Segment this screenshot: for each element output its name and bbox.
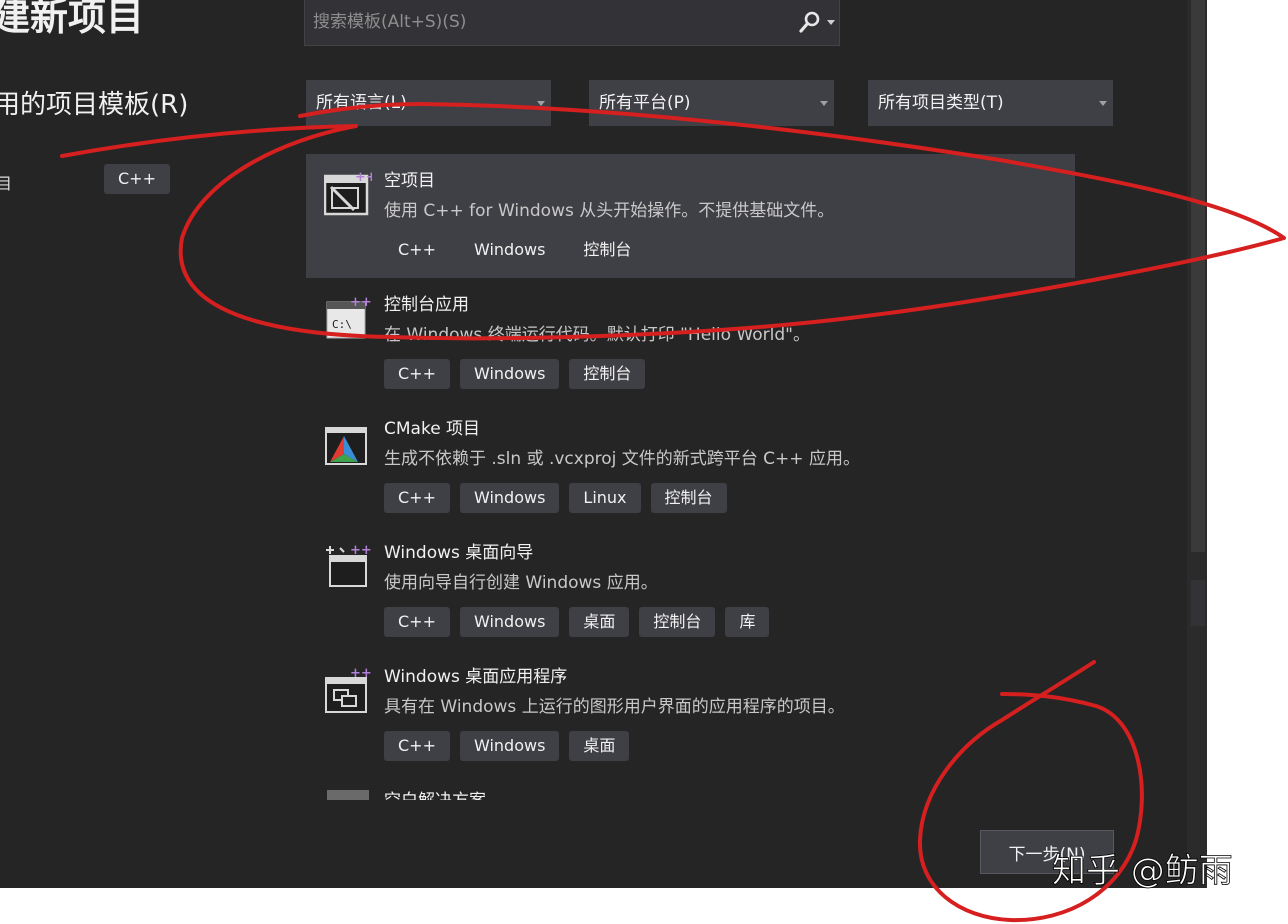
svg-text:++: ++ (350, 295, 372, 310)
template-item-desktop-wizard[interactable]: ++ Windows 桌面向导 使用向导自行创建 Windows 应用。 C++… (306, 526, 1075, 650)
search-icon[interactable] (799, 10, 821, 34)
template-description: 具有在 Windows 上运行的图形用户界面的应用程序的项目。 (384, 697, 845, 717)
platform-filter-value: 所有平台(P) (599, 93, 691, 113)
scrollbar-thumb[interactable] (1191, 0, 1205, 552)
template-tags: C++ Windows 控制台 (384, 359, 655, 389)
template-description: 使用 C++ for Windows 从头开始操作。不提供基础文件。 (384, 201, 835, 221)
tag-chip: 控制台 (569, 235, 646, 265)
template-item-empty-project[interactable]: ++ 空项目 使用 C++ for Windows 从头开始操作。不提供基础文件… (306, 154, 1075, 278)
tag-chip: Windows (459, 359, 560, 389)
cmake-icon (325, 427, 367, 465)
template-name: 空白解决方案 (384, 786, 486, 800)
blank-solution-icon (327, 790, 369, 800)
template-name: 控制台应用 (384, 295, 469, 315)
zhihu-watermark: 知乎 @鲂雨 (1052, 851, 1234, 892)
template-item-cmake-project[interactable]: CMake 项目 生成不依赖于 .sln 或 .vcxproj 文件的新式跨平台… (306, 402, 1075, 526)
template-name: Windows 桌面向导 (384, 543, 534, 563)
template-search-box[interactable] (304, 0, 840, 46)
chevron-down-icon (537, 101, 545, 106)
template-description: 使用向导自行创建 Windows 应用。 (384, 573, 658, 593)
tag-chip: 桌面 (569, 607, 630, 637)
dialog-title: 建新项目 (0, 0, 145, 39)
tag-chip: Windows (459, 483, 560, 513)
tag-chip: Windows (459, 731, 560, 761)
search-options-chevron-icon[interactable] (827, 20, 835, 25)
new-project-dialog: 建新项目 用的项目模板(R) 目 C++ 所有语言(L) 所有平台(P) 所有项… (0, 0, 1207, 888)
svg-text:++: ++ (350, 543, 372, 558)
desktop-app-icon: ++ (325, 666, 372, 713)
tag-chip: 库 (725, 607, 770, 637)
recent-templates-heading: 用的项目模板(R) (0, 90, 189, 120)
tag-chip: C++ (384, 235, 450, 265)
template-name: Windows 桌面应用程序 (384, 667, 568, 687)
chevron-down-icon (820, 101, 828, 106)
search-input[interactable] (305, 0, 801, 44)
template-item-desktop-app[interactable]: ++ Windows 桌面应用程序 具有在 Windows 上运行的图形用户界面… (306, 650, 1075, 774)
svg-text:++: ++ (355, 170, 372, 185)
recent-template-tag: C++ (104, 164, 170, 194)
template-item-blank-solution[interactable]: 空白解决方案 (306, 782, 1075, 800)
scrollbar-track-segment[interactable] (1191, 580, 1205, 626)
template-tags: C++ Windows 桌面 控制台库 (384, 607, 779, 637)
platform-filter-dropdown[interactable]: 所有平台(P) (589, 80, 834, 126)
tag-chip: 桌面 (569, 731, 630, 761)
template-tags: C++ Windows 控制台 (384, 235, 655, 265)
tag-chip: 控制台 (650, 483, 727, 513)
template-tags: C++ Windows 桌面 (384, 731, 639, 761)
svg-text:C:\: C:\ (332, 318, 352, 331)
tag-chip: C++ (384, 607, 450, 637)
project-type-filter-value: 所有项目类型(T) (878, 93, 1004, 113)
console-app-icon: C:\ ++ (326, 295, 372, 339)
tag-chip: C++ (384, 483, 450, 513)
desktop-wizard-icon: ++ (326, 543, 372, 587)
tag-chip: 控制台 (569, 359, 646, 389)
template-description: 生成不依赖于 .sln 或 .vcxproj 文件的新式跨平台 C++ 应用。 (384, 449, 860, 469)
empty-project-icon: ++ (324, 170, 372, 216)
language-filter-dropdown[interactable]: 所有语言(L) (306, 80, 551, 126)
tag-chip: C++ (384, 731, 450, 761)
template-tags: C++ Windows Linux 控制台 (384, 483, 737, 513)
tag-chip: 控制台 (639, 607, 716, 637)
tag-chip: Linux (569, 483, 641, 513)
template-list-scrollbar[interactable] (1187, 0, 1207, 888)
watermark-text: 知乎 @鲂雨 (1052, 851, 1233, 891)
template-name: CMake 项目 (384, 419, 481, 439)
svg-text:++: ++ (350, 666, 372, 681)
tag-chip: Windows (459, 235, 560, 265)
tag-chip: C++ (384, 359, 450, 389)
language-filter-value: 所有语言(L) (316, 93, 407, 113)
template-name: 空项目 (384, 171, 435, 191)
chevron-down-icon (1099, 101, 1107, 106)
template-description: 在 Windows 终端运行代码。默认打印 "Hello World"。 (384, 325, 810, 345)
tag-chip: Windows (459, 607, 560, 637)
recent-template-item-label[interactable]: 目 (0, 170, 12, 194)
project-type-filter-dropdown[interactable]: 所有项目类型(T) (868, 80, 1113, 126)
template-item-console-app[interactable]: C:\ ++ 控制台应用 在 Windows 终端运行代码。默认打印 "Hell… (306, 278, 1075, 402)
